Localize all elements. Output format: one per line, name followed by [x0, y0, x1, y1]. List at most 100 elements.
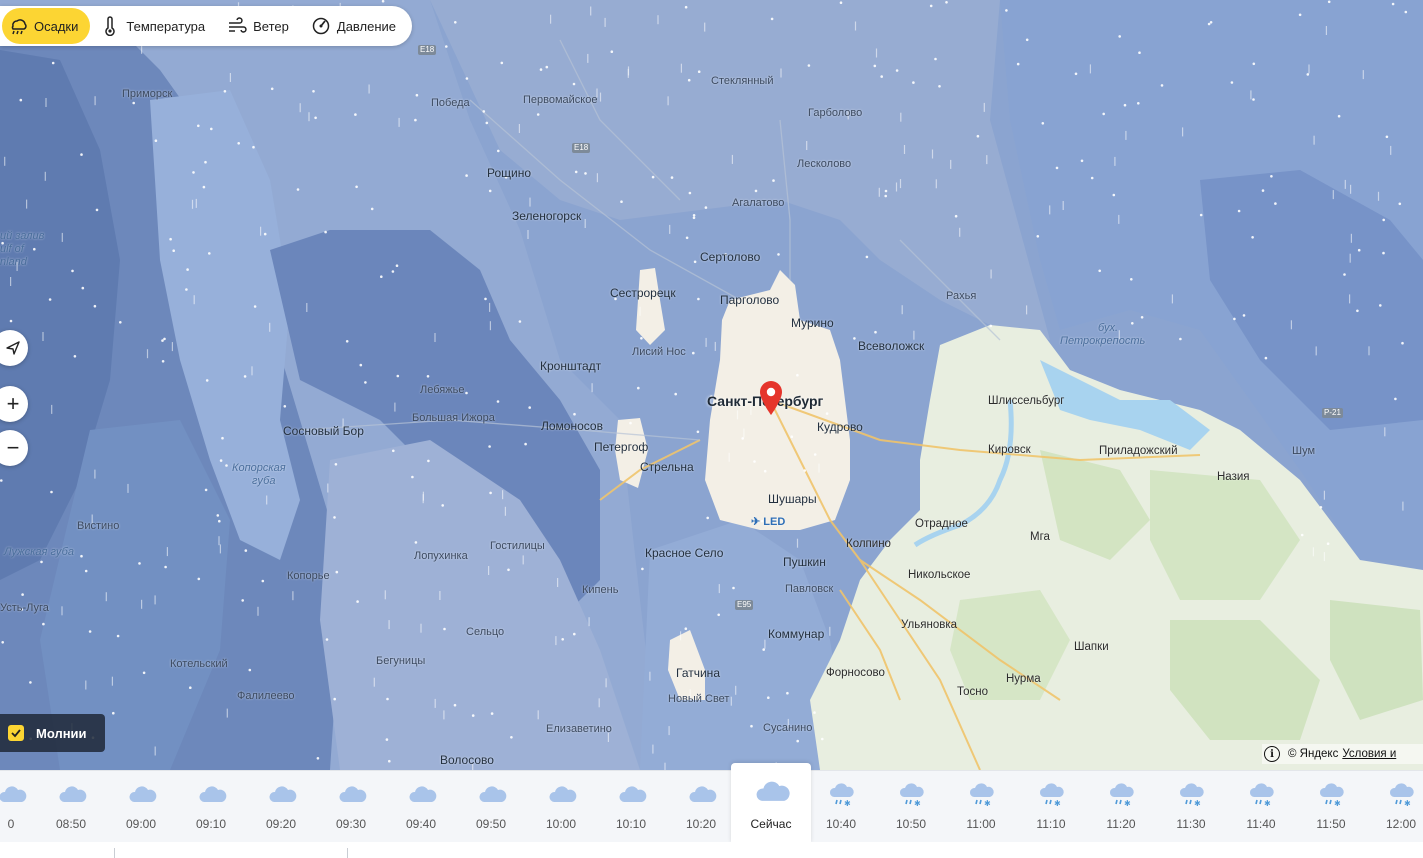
timeline-step[interactable]: 09:00: [106, 771, 176, 843]
place-label: Всеволожск: [858, 339, 925, 353]
cloud-icon: [0, 786, 27, 802]
timeline-step[interactable]: ✱ 10:50: [876, 771, 946, 843]
timeline-time: 09:30: [335, 817, 367, 831]
snow-rain-icon: ✱: [1109, 783, 1134, 807]
svg-text:✱: ✱: [914, 799, 921, 807]
tab-label: Осадки: [34, 18, 79, 34]
tab-precipitation[interactable]: Осадки: [2, 8, 91, 44]
place-label: Стеклянный: [711, 75, 774, 87]
timeline-step[interactable]: 09:20: [246, 771, 316, 843]
timeline-time: 11:00: [966, 817, 996, 831]
water-label: ий залив: [0, 230, 45, 242]
place-label: Лесколово: [797, 158, 852, 170]
place-label: Ломоносов: [541, 419, 603, 433]
place-label: Гатчина: [676, 666, 720, 680]
place-label: Сертолово: [700, 250, 761, 264]
timeline-step[interactable]: 09:30: [316, 771, 386, 843]
place-label: Назия: [1217, 471, 1250, 483]
timeline-step[interactable]: 09:40: [386, 771, 456, 843]
snow-rain-icon: ✱: [829, 783, 854, 807]
timeline-step[interactable]: 10:20: [666, 771, 736, 843]
place-label: Елизаветино: [546, 723, 612, 735]
timeline-step[interactable]: 09:10: [176, 771, 246, 843]
place-label: Пушкин: [783, 555, 826, 569]
timeline-time: 11:40: [1246, 817, 1276, 831]
snow-rain-icon: ✱: [1249, 783, 1274, 807]
timeline-time: 08:50: [55, 817, 87, 831]
timeline-time: Сейчас: [750, 817, 792, 831]
tab-wind[interactable]: Ветер: [217, 8, 301, 44]
tab-temperature[interactable]: Температура: [90, 8, 217, 44]
precipitation-map[interactable]: Приморск Победа Первомайское Стеклянный …: [0, 0, 1423, 770]
timeline-step[interactable]: ✱ 12:00: [1366, 771, 1423, 843]
tab-label: Температура: [126, 18, 206, 34]
layer-switcher: Осадки Температура Ветер Давление: [0, 6, 413, 46]
timeline-time: 09:00: [125, 817, 157, 831]
tab-label: Ветер: [253, 18, 289, 34]
place-label: Парголово: [720, 293, 780, 307]
timeline-step-now[interactable]: Сейчас: [731, 763, 811, 843]
cloud-icon: [479, 786, 507, 802]
cloud-icon: [269, 786, 297, 802]
road-shield: E18: [572, 143, 591, 153]
timeline-time: 09:20: [265, 817, 297, 831]
place-label: Никольское: [908, 569, 971, 581]
place-label: Коммунар: [768, 627, 825, 641]
timeline-time: 09:50: [475, 817, 507, 831]
place-label: Павловск: [785, 583, 834, 595]
place-label: Кронштадт: [540, 359, 602, 373]
snow-rain-icon: ✱: [969, 783, 994, 807]
place-label: Сестрорецк: [610, 286, 676, 300]
timeline-step[interactable]: ✱ 11:40: [1226, 771, 1296, 843]
place-label: Шушары: [768, 492, 817, 506]
lightning-label: Молнии: [36, 725, 87, 741]
timeline-step[interactable]: ✱ 11:20: [1086, 771, 1156, 843]
timeline-step[interactable]: ✱ 11:30: [1156, 771, 1226, 843]
timeline-step[interactable]: 09:50: [456, 771, 526, 843]
timeline-step[interactable]: ✱ 11:10: [1016, 771, 1086, 843]
place-label: Агалатово: [732, 197, 785, 209]
place-label: Мга: [1030, 531, 1050, 543]
location-pin-icon[interactable]: [758, 380, 784, 416]
cloud-icon: [409, 786, 437, 802]
place-label: Новый Свет: [668, 693, 730, 705]
place-label: Нурма: [1006, 673, 1041, 685]
svg-text:✱: ✱: [1264, 799, 1271, 807]
cloud-icon: [199, 786, 227, 802]
forecast-timeline[interactable]: 0 08:50 09:00 09:10 09:20 09:30 09:40 09:50 10:0…: [0, 763, 1423, 843]
timeline-time: 10:20: [685, 817, 717, 831]
water-label: бух.: [1098, 322, 1119, 334]
timeline-time: 10:00: [545, 817, 577, 831]
cloud-icon: [549, 786, 577, 802]
timeline-time: 09:40: [405, 817, 437, 831]
info-icon[interactable]: i: [1264, 746, 1280, 762]
place-label: Лопухинка: [414, 550, 468, 562]
timeline-step[interactable]: ✱ 11:00: [946, 771, 1016, 843]
water-label: Петрокрепость: [1060, 335, 1146, 347]
checkbox-checked-icon[interactable]: [8, 725, 24, 741]
place-label: Кипень: [582, 584, 619, 596]
place-label: Колпино: [846, 538, 891, 550]
lightning-toggle[interactable]: Молнии: [0, 714, 105, 752]
thermometer-icon: [105, 16, 116, 36]
timeline-step[interactable]: ✱ 11:50: [1296, 771, 1366, 843]
wind-icon: [229, 17, 247, 33]
cloud-icon: [129, 786, 157, 802]
timeline-step[interactable]: 08:50: [36, 771, 106, 843]
terms-link[interactable]: Условия и: [1342, 748, 1396, 760]
place-label: Гарболово: [808, 107, 863, 119]
timeline-time: 11:50: [1316, 817, 1346, 831]
snow-rain-icon: ✱: [899, 783, 924, 807]
timeline-time: 10:40: [825, 817, 857, 831]
timeline-step[interactable]: 10:00: [526, 771, 596, 843]
cloud-icon: [619, 786, 647, 802]
timeline-step[interactable]: 10:10: [596, 771, 666, 843]
place-label: Первомайское: [523, 94, 598, 106]
copyright-text: © Яндекс: [1288, 748, 1339, 760]
place-label: Лебяжье: [420, 384, 465, 396]
svg-text:✱: ✱: [1404, 799, 1411, 807]
timeline-step[interactable]: ✱ 10:40: [806, 771, 876, 843]
place-label: Шапки: [1074, 641, 1109, 653]
tab-pressure[interactable]: Давление: [301, 8, 408, 44]
snow-rain-icon: ✱: [1179, 783, 1204, 807]
